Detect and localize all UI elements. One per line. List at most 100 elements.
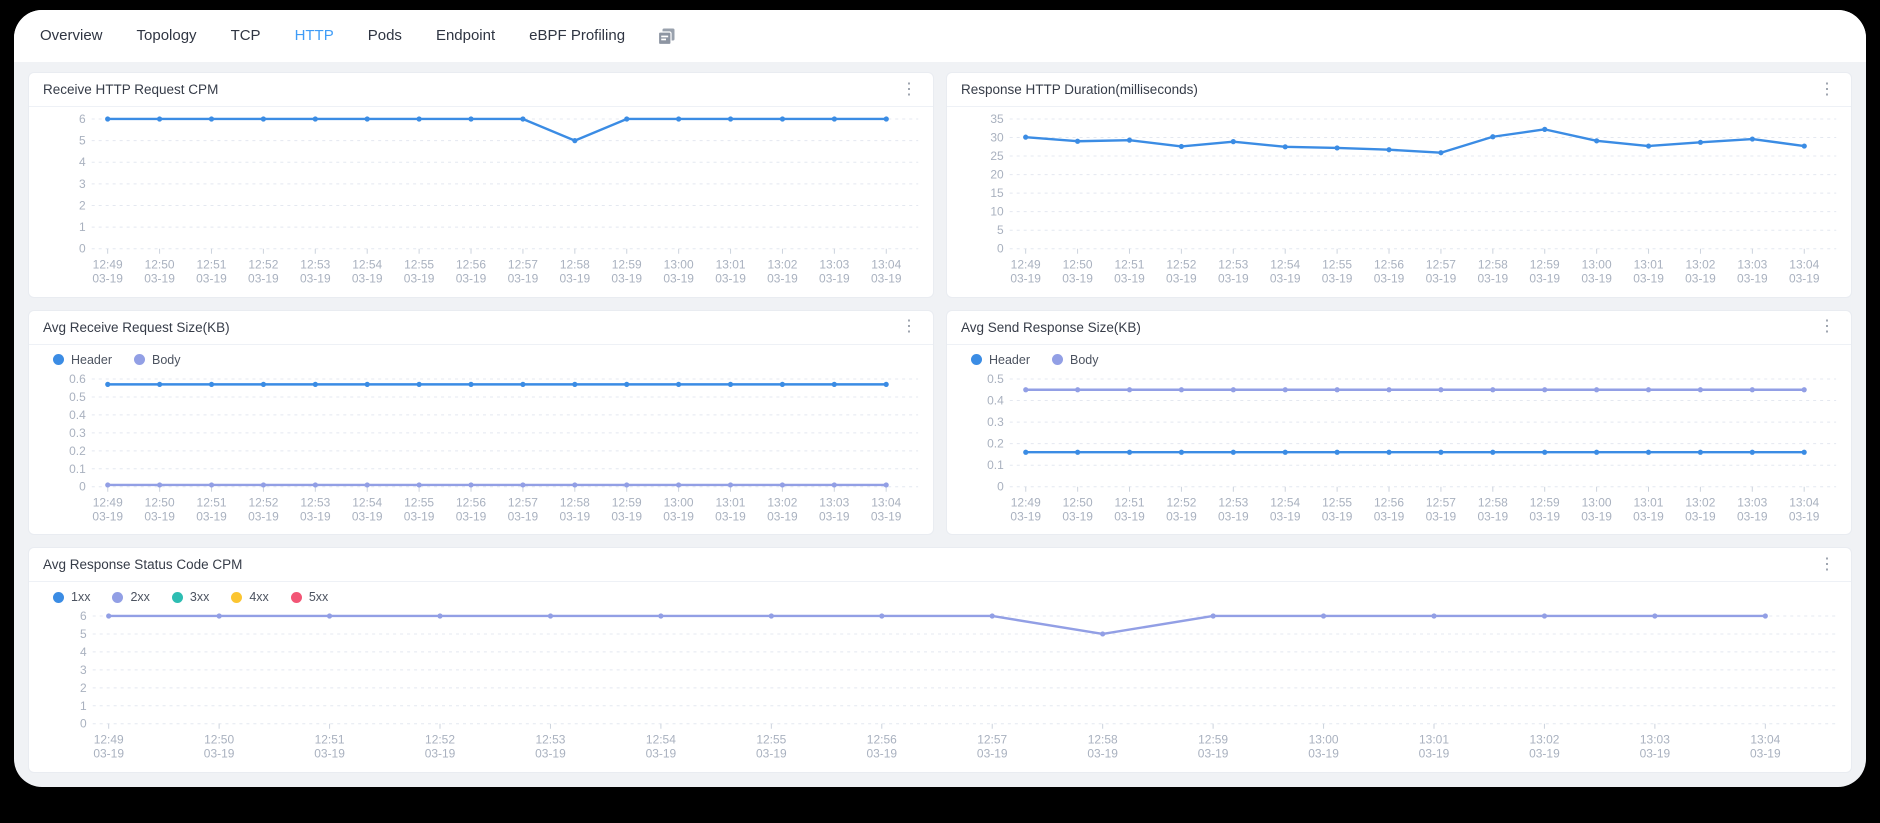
tab-overview[interactable]: Overview	[40, 23, 103, 49]
panel-header: Avg Send Response Size(KB)⋮	[947, 311, 1851, 345]
legend-label: 3xx	[190, 590, 209, 604]
svg-text:12:56: 12:56	[456, 495, 486, 509]
chart-body: 00.10.20.30.40.50.612:4903-1912:5003-191…	[29, 367, 933, 535]
svg-text:03-19: 03-19	[1426, 509, 1457, 523]
svg-text:0.5: 0.5	[69, 390, 86, 404]
svg-text:03-19: 03-19	[866, 747, 897, 761]
svg-text:13:01: 13:01	[716, 258, 746, 272]
tab-ebpf-profiling[interactable]: eBPF Profiling	[529, 23, 625, 49]
legend-label: 4xx	[249, 590, 268, 604]
dashboard: Overview Topology TCP HTTP Pods Endpoint eBPF …	[14, 10, 1866, 787]
svg-text:03-19: 03-19	[92, 272, 123, 286]
svg-text:13:00: 13:00	[1309, 733, 1339, 747]
svg-text:03-19: 03-19	[1218, 509, 1249, 523]
legend-item-2xx[interactable]: 2xx	[112, 590, 149, 604]
chart-legend: 1xx 2xx 3xx 4xx 5xx	[29, 582, 1851, 604]
legend-item-header[interactable]: Header	[971, 353, 1030, 367]
legend-label: Header	[989, 353, 1030, 367]
legend-item-body[interactable]: Body	[134, 353, 181, 367]
svg-text:12:55: 12:55	[404, 258, 434, 272]
svg-text:03-19: 03-19	[1633, 509, 1664, 523]
chart-body: 012345612:4903-1912:5003-1912:5103-1912:…	[29, 107, 933, 297]
svg-text:12:58: 12:58	[1478, 258, 1508, 272]
legend-item-5xx[interactable]: 5xx	[291, 590, 328, 604]
svg-text:03-19: 03-19	[1322, 509, 1353, 523]
svg-text:03-19: 03-19	[196, 272, 227, 286]
panel-menu-button[interactable]: ⋮	[1817, 319, 1837, 335]
charts-row-3: Avg Response Status Code CPM⋮ 1xx 2xx 3xx 4x…	[28, 547, 1852, 773]
svg-text:03-19: 03-19	[1477, 509, 1508, 523]
svg-text:0.4: 0.4	[987, 393, 1004, 407]
svg-text:03-19: 03-19	[456, 272, 487, 286]
svg-text:03-19: 03-19	[196, 509, 227, 523]
tab-tcp[interactable]: TCP	[231, 23, 261, 49]
svg-text:1: 1	[79, 220, 86, 234]
svg-text:12:51: 12:51	[197, 495, 227, 509]
tab-http[interactable]: HTTP	[295, 23, 334, 49]
legend-dot-5xx	[291, 592, 302, 603]
svg-text:12:55: 12:55	[1322, 258, 1352, 272]
svg-text:13:02: 13:02	[767, 495, 797, 509]
tab-topology[interactable]: Topology	[137, 23, 197, 49]
legend-item-1xx[interactable]: 1xx	[53, 590, 90, 604]
svg-text:13:01: 13:01	[1634, 258, 1664, 272]
svg-text:13:02: 13:02	[1529, 733, 1559, 747]
panel-menu-button[interactable]: ⋮	[899, 319, 919, 335]
svg-text:3: 3	[79, 177, 86, 191]
svg-text:03-19: 03-19	[611, 509, 642, 523]
svg-text:13:02: 13:02	[767, 258, 797, 272]
svg-text:12:50: 12:50	[204, 733, 234, 747]
legend-label: Body	[1070, 353, 1099, 367]
chart-panel-avg-send-response-size-kb: Avg Send Response Size(KB)⋮ Header Body 0 0.…	[946, 310, 1852, 536]
line-chart-avg-receive-request-size-kb: 00.10.20.30.40.50.612:4903-1912:5003-191…	[35, 369, 927, 531]
svg-text:4: 4	[79, 155, 86, 169]
chart-legend: Header Body	[29, 345, 933, 367]
svg-text:03-19: 03-19	[456, 509, 487, 523]
svg-text:03-19: 03-19	[646, 747, 677, 761]
legend-item-3xx[interactable]: 3xx	[172, 590, 209, 604]
svg-text:13:02: 13:02	[1685, 495, 1715, 509]
legend-dot-header	[971, 354, 982, 365]
svg-text:03-19: 03-19	[1581, 509, 1612, 523]
svg-text:12:59: 12:59	[1530, 495, 1560, 509]
kebab-menu-icon: ⋮	[901, 81, 917, 98]
legend-item-header[interactable]: Header	[53, 353, 112, 367]
panel-menu-button[interactable]: ⋮	[899, 82, 919, 98]
svg-text:03-19: 03-19	[1685, 509, 1716, 523]
svg-text:03-19: 03-19	[1478, 272, 1509, 286]
svg-text:13:02: 13:02	[1685, 258, 1715, 272]
svg-text:0: 0	[997, 479, 1004, 493]
panel-header: Avg Response Status Code CPM⋮	[29, 548, 1851, 582]
svg-text:13:04: 13:04	[871, 258, 901, 272]
chart-body: 012345612:4903-1912:5003-1912:5103-1912:…	[29, 604, 1851, 772]
tab-endpoint[interactable]: Endpoint	[436, 23, 495, 49]
copy-docs-icon[interactable]	[657, 27, 676, 46]
kebab-menu-icon: ⋮	[1819, 556, 1835, 573]
svg-text:12:58: 12:58	[560, 258, 590, 272]
legend-item-body[interactable]: Body	[1052, 353, 1099, 367]
legend-item-4xx[interactable]: 4xx	[231, 590, 268, 604]
svg-text:12:57: 12:57	[508, 258, 538, 272]
svg-text:03-19: 03-19	[425, 747, 456, 761]
svg-text:12:53: 12:53	[1218, 495, 1248, 509]
svg-text:13:04: 13:04	[871, 495, 901, 509]
panel-menu-button[interactable]: ⋮	[1817, 557, 1837, 573]
svg-text:03-19: 03-19	[248, 509, 279, 523]
svg-text:10: 10	[990, 205, 1004, 219]
legend-label: Body	[152, 353, 181, 367]
tab-pods[interactable]: Pods	[368, 23, 402, 49]
svg-text:03-19: 03-19	[1087, 747, 1118, 761]
panel-menu-button[interactable]: ⋮	[1817, 82, 1837, 98]
legend-dot-4xx	[231, 592, 242, 603]
svg-text:03-19: 03-19	[977, 747, 1008, 761]
svg-text:12:51: 12:51	[315, 733, 345, 747]
svg-text:6: 6	[79, 112, 86, 126]
svg-text:03-19: 03-19	[1270, 272, 1301, 286]
svg-text:13:04: 13:04	[1789, 495, 1819, 509]
svg-text:12:54: 12:54	[352, 495, 382, 509]
svg-text:12:54: 12:54	[1270, 258, 1300, 272]
svg-text:03-19: 03-19	[1062, 509, 1093, 523]
chart-body: 0510152025303512:4903-1912:5003-1912:510…	[947, 107, 1851, 297]
svg-text:12:57: 12:57	[508, 495, 538, 509]
svg-text:12:52: 12:52	[248, 495, 278, 509]
